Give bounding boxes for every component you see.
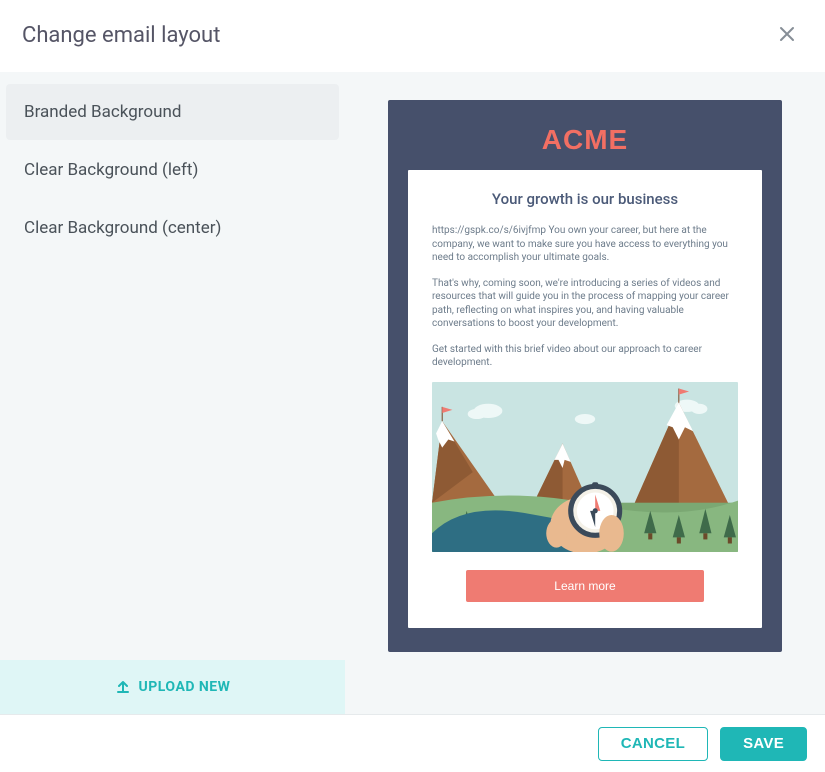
email-brand-logo: ACME [408,124,762,156]
layout-option-branded-background[interactable]: Branded Background [6,84,339,140]
modal-header: Change email layout [0,0,825,72]
save-button[interactable]: SAVE [720,727,807,761]
upload-new-button[interactable]: UPLOAD NEW [0,660,345,714]
cta-label: Learn more [554,579,615,593]
layout-option-label: Branded Background [24,102,181,122]
preview-pane: ACME Your growth is our business https:/… [345,72,825,714]
close-icon [779,22,795,47]
save-label: SAVE [743,735,784,752]
email-headline: Your growth is our business [432,190,738,208]
layout-option-label: Clear Background (left) [24,160,198,180]
cancel-button[interactable]: CANCEL [598,727,708,761]
layout-list: Branded Background Clear Background (lef… [0,72,345,660]
email-paragraph: That's why, coming soon, we're introduci… [432,277,738,331]
email-paragraph: https://gspk.co/s/6ivjfmp You own your c… [432,224,738,265]
email-paragraph: Get started with this brief video about … [432,343,738,370]
cancel-label: CANCEL [621,735,685,752]
email-preview-outer: ACME Your growth is our business https:/… [388,100,782,652]
learn-more-button[interactable]: Learn more [466,570,705,602]
modal-footer: CANCEL SAVE [0,714,825,772]
layout-option-label: Clear Background (center) [24,218,221,238]
layout-option-clear-left[interactable]: Clear Background (left) [6,142,339,198]
upload-new-label: UPLOAD NEW [139,679,231,695]
email-illustration [432,382,738,552]
change-email-layout-modal: Change email layout Branded Background C… [0,0,825,772]
modal-title: Change email layout [22,23,220,48]
upload-icon [115,679,131,695]
close-button[interactable] [771,18,803,52]
layout-sidebar: Branded Background Clear Background (lef… [0,72,345,714]
modal-body: Branded Background Clear Background (lef… [0,72,825,714]
email-card: Your growth is our business https://gspk… [408,170,762,628]
layout-option-clear-center[interactable]: Clear Background (center) [6,200,339,256]
